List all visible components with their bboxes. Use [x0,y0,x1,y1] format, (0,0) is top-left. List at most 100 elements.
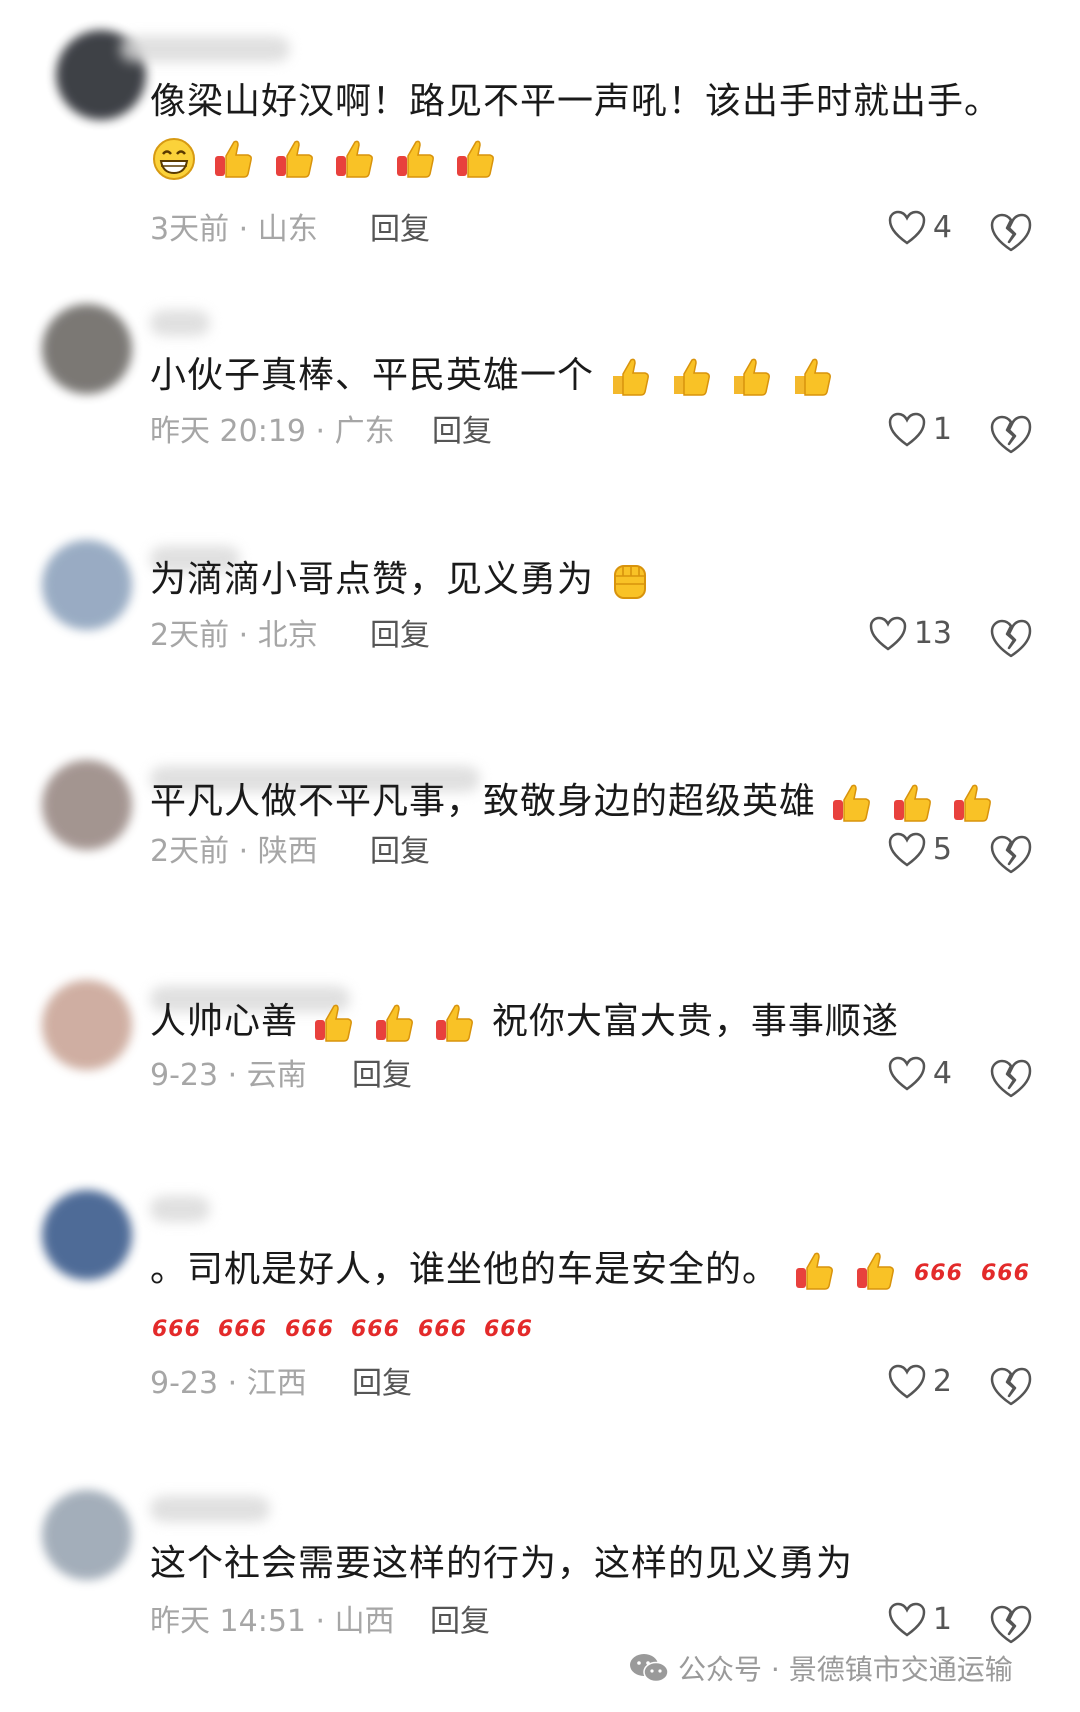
time-location: 昨天 14:51 · 山西 [150,1604,395,1639]
time-location: 2天前 · 陕西 [150,834,318,869]
heart-icon [888,832,926,867]
avatar[interactable] [42,1190,132,1280]
avatar[interactable] [42,304,132,394]
heart-icon [888,210,926,245]
svg-text:666: 666 [351,1317,400,1342]
thumbs-up-emoji-icon [856,1252,894,1290]
like-count: 2 [932,1364,952,1399]
comment-text-line: 。司机是好人，谁坐他的车是安全的。 666 666 [150,1242,1040,1298]
comment-text-line: 人帅心善 祝你大富大贵，事事顺遂 [150,994,1040,1050]
username[interactable] [150,1196,210,1222]
broken-heart-icon[interactable] [988,616,1034,662]
watermark: 公众号 · 景德镇市交通运输 [628,1648,1013,1688]
comment-text: 。司机是好人，谁坐他的车是安全的。 [150,1249,780,1290]
like-button[interactable]: 13 [868,614,952,654]
comment-text-line: 平凡人做不平凡事，致敬身边的超级英雄 [150,774,1040,830]
thumbs-up-emoji-icon [796,1252,834,1290]
666-emoji-icon: 666 [981,1261,1030,1286]
like-button[interactable]: 1 [887,410,952,450]
emoji-row: 666 666 666 666 666 666 [150,1298,1040,1354]
reply-button[interactable]: 回复 [370,832,430,872]
svg-text:666: 666 [152,1317,201,1342]
svg-text:666: 666 [484,1317,533,1342]
broken-heart-icon[interactable] [988,1364,1034,1410]
like-count: 5 [932,832,952,867]
666-emoji-icon: 666 [418,1317,466,1342]
666-emoji-icon: 666 [914,1261,963,1286]
comment-text: 这个社会需要这样的行为，这样的见义勇为 [150,1543,854,1584]
svg-text:666: 666 [981,1261,1030,1286]
comment-text-part: 人帅心善 [150,1001,299,1042]
svg-text:666: 666 [285,1317,334,1342]
like-button[interactable]: 2 [887,1362,952,1402]
like-count: 4 [932,1056,952,1091]
avatar[interactable] [42,1490,132,1580]
like-count: 4 [932,210,952,245]
comment-text-line: 为滴滴小哥点赞，见义勇为 [150,552,1040,608]
broken-heart-icon[interactable] [988,1056,1034,1102]
666-emoji-icon: 666 [351,1317,400,1342]
like-button[interactable]: 4 [887,1054,952,1094]
reply-button[interactable]: 回复 [432,412,492,452]
wechat-icon [630,1654,669,1683]
broken-heart-icon[interactable] [988,412,1034,458]
reply-button[interactable]: 回复 [370,616,430,656]
thumbs-up-emoji-icon [613,358,650,396]
reply-button[interactable]: 回复 [352,1364,412,1404]
comment-text: 像梁山好汉啊！路见不平一声吼！该出手时就出手。 [150,81,1002,122]
thumbs-up-emoji-icon [315,1004,353,1042]
thumbs-up-emoji-icon [893,784,931,822]
username[interactable] [150,310,210,336]
grin-emoji-icon [153,138,195,180]
reply-button[interactable]: 回复 [352,1056,412,1096]
thumbs-up-emoji-icon [673,358,710,396]
like-count: 1 [932,1602,952,1637]
heart-icon [888,1602,926,1637]
like-button[interactable]: 1 [887,1600,952,1640]
thumbs-up-emoji-icon [457,140,495,178]
avatar[interactable] [42,980,132,1070]
thumbs-up-emoji-icon [794,358,831,396]
broken-heart-icon[interactable] [988,210,1034,256]
time-location: 9-23 · 云南 [150,1058,307,1093]
thumbs-up-emoji-icon [215,140,253,178]
heart-icon [888,1056,926,1091]
thumbs-up-emoji-icon [436,1004,474,1042]
reply-button[interactable]: 回复 [370,210,430,250]
666-emoji-icon: 666 [218,1317,267,1342]
like-count: 1 [932,412,952,447]
avatar[interactable] [42,760,132,850]
666-emoji-icon: 666 [152,1317,201,1342]
like-button[interactable]: 4 [887,208,952,248]
heart-icon [888,1364,926,1399]
reply-button[interactable]: 回复 [430,1602,490,1642]
svg-text:666: 666 [914,1261,963,1286]
svg-text:666: 666 [218,1317,267,1342]
thumbs-up-emoji-icon [734,358,771,396]
broken-heart-icon[interactable] [988,1602,1034,1648]
heart-icon [869,616,907,651]
time-location: 9-23 · 江西 [150,1366,307,1401]
like-button[interactable]: 5 [887,830,952,870]
time-location: 3天前 · 山东 [150,212,318,247]
like-count: 13 [913,616,952,651]
fist-emoji-icon [614,565,647,599]
thumbs-up-emoji-icon [954,784,992,822]
666-emoji-icon: 666 [484,1317,533,1342]
666-emoji-icon: 666 [285,1317,334,1342]
comment-text-line: 小伙子真棒、平民英雄一个 [150,348,1040,404]
watermark-text: 公众号 · 景德镇市交通运输 [678,1653,1013,1686]
broken-heart-icon[interactable] [988,832,1034,878]
time-location: 昨天 20:19 · 广东 [150,414,395,449]
comment-text: 小伙子真棒、平民英雄一个 [150,355,595,396]
thumbs-up-emoji-icon [336,140,374,178]
thumbs-up-emoji-icon [833,784,871,822]
username[interactable] [120,36,290,62]
comment-text: 为滴滴小哥点赞，见义勇为 [150,559,595,600]
thumbs-up-emoji-icon [275,140,313,178]
username[interactable] [150,1496,270,1522]
comment-text: 平凡人做不平凡事，致敬身边的超级英雄 [150,781,817,822]
heart-icon [888,412,926,447]
avatar[interactable] [42,540,132,630]
time-location: 2天前 · 北京 [150,618,318,653]
